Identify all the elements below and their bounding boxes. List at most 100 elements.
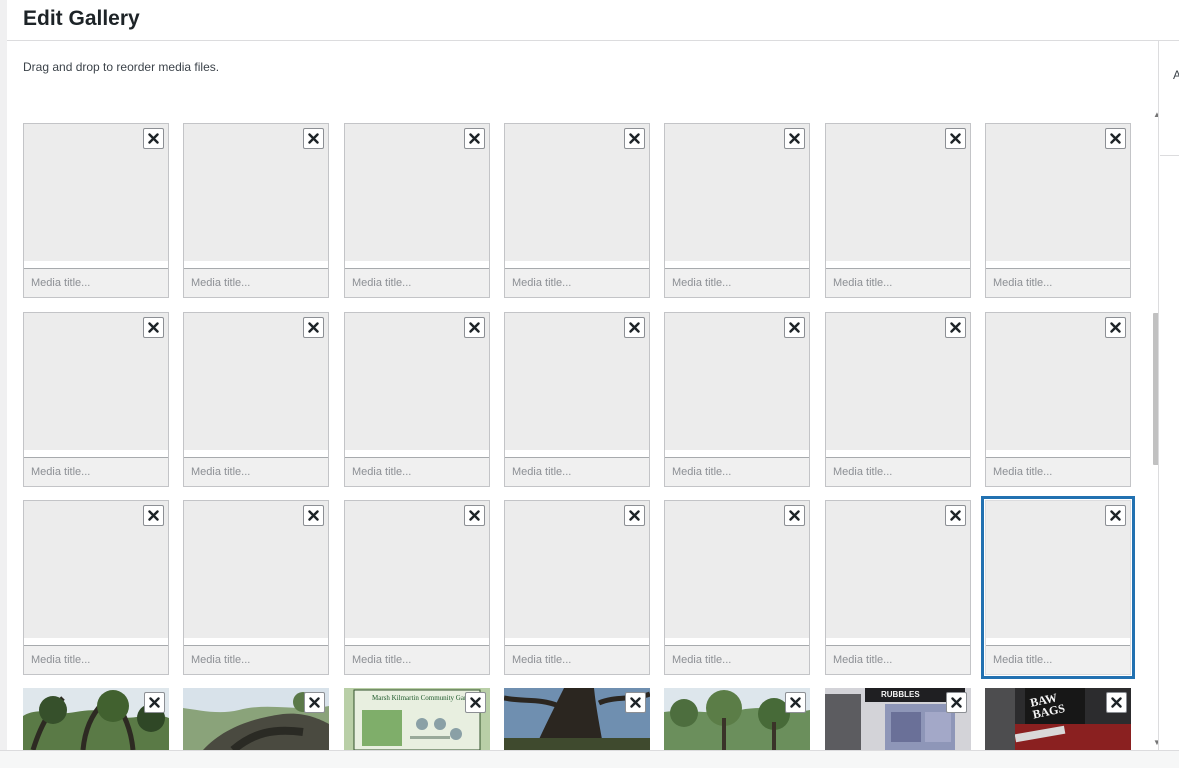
media-title-input[interactable] bbox=[986, 457, 1130, 486]
close-icon bbox=[950, 133, 961, 144]
media-title-input[interactable] bbox=[826, 457, 970, 486]
remove-media-button[interactable] bbox=[143, 505, 164, 526]
media-item[interactable] bbox=[664, 312, 810, 487]
media-title-input[interactable] bbox=[505, 645, 649, 674]
close-icon bbox=[309, 697, 320, 708]
media-title-input[interactable] bbox=[665, 645, 809, 674]
edit-gallery-modal: Edit Gallery Drag and drop to reorder me… bbox=[7, 0, 1179, 768]
thumbnail-divider bbox=[184, 450, 328, 457]
media-item[interactable] bbox=[981, 496, 1135, 679]
close-icon bbox=[629, 133, 640, 144]
close-icon bbox=[148, 133, 159, 144]
close-icon bbox=[1110, 133, 1121, 144]
media-item-photo[interactable] bbox=[664, 688, 810, 750]
remove-media-button[interactable] bbox=[464, 128, 485, 149]
thumbnail-divider bbox=[505, 638, 649, 645]
remove-media-button[interactable] bbox=[464, 505, 485, 526]
media-title-input[interactable] bbox=[665, 268, 809, 297]
remove-media-button[interactable] bbox=[303, 317, 324, 338]
remove-media-button[interactable] bbox=[303, 128, 324, 149]
media-title-input[interactable] bbox=[986, 268, 1130, 297]
media-title-input[interactable] bbox=[345, 457, 489, 486]
remove-media-button[interactable] bbox=[304, 692, 325, 713]
modal-toolbar bbox=[0, 750, 1179, 768]
media-title-input[interactable] bbox=[24, 645, 168, 674]
media-title-input[interactable] bbox=[665, 457, 809, 486]
media-item[interactable] bbox=[985, 123, 1131, 298]
thumbnail-divider bbox=[24, 261, 168, 268]
media-title-input[interactable] bbox=[24, 457, 168, 486]
media-title-input[interactable] bbox=[184, 645, 328, 674]
remove-media-button[interactable] bbox=[1105, 128, 1126, 149]
thumbnail-divider bbox=[505, 261, 649, 268]
media-item[interactable] bbox=[664, 123, 810, 298]
media-item-photo[interactable] bbox=[504, 688, 650, 750]
media-item[interactable] bbox=[344, 312, 490, 487]
media-item[interactable] bbox=[825, 312, 971, 487]
media-item[interactable] bbox=[664, 500, 810, 675]
remove-media-button[interactable] bbox=[624, 128, 645, 149]
remove-media-button[interactable] bbox=[785, 692, 806, 713]
media-title-input[interactable] bbox=[345, 268, 489, 297]
close-icon bbox=[149, 697, 160, 708]
close-icon bbox=[469, 510, 480, 521]
media-item[interactable] bbox=[183, 312, 329, 487]
media-item[interactable] bbox=[344, 123, 490, 298]
remove-media-button[interactable] bbox=[624, 317, 645, 338]
media-title-input[interactable] bbox=[24, 268, 168, 297]
remove-media-button[interactable] bbox=[625, 692, 646, 713]
media-item[interactable] bbox=[23, 123, 169, 298]
media-item-photo[interactable]: Marsh Kilmartin Community Garden bbox=[344, 688, 490, 750]
thumbnail-divider bbox=[184, 638, 328, 645]
thumbnail-divider bbox=[826, 261, 970, 268]
media-title-input[interactable] bbox=[826, 645, 970, 674]
thumbnail-divider bbox=[826, 638, 970, 645]
close-icon bbox=[789, 133, 800, 144]
remove-media-button[interactable] bbox=[946, 692, 967, 713]
media-title-input[interactable] bbox=[505, 457, 649, 486]
media-title-input[interactable] bbox=[184, 457, 328, 486]
media-item[interactable] bbox=[23, 500, 169, 675]
media-item-photo[interactable]: RUBBLES bbox=[825, 688, 971, 750]
media-item-photo[interactable] bbox=[183, 688, 329, 750]
media-item[interactable] bbox=[183, 500, 329, 675]
media-item-photo[interactable]: BAW BAGS bbox=[985, 688, 1131, 750]
remove-media-button[interactable] bbox=[143, 128, 164, 149]
media-item[interactable] bbox=[344, 500, 490, 675]
media-item[interactable] bbox=[825, 123, 971, 298]
reorder-instructions: Drag and drop to reorder media files. bbox=[23, 60, 220, 74]
remove-media-button[interactable] bbox=[784, 317, 805, 338]
media-title-input[interactable] bbox=[184, 268, 328, 297]
remove-media-button[interactable] bbox=[303, 505, 324, 526]
remove-media-button[interactable] bbox=[1106, 692, 1127, 713]
remove-media-button[interactable] bbox=[945, 317, 966, 338]
media-title-input[interactable] bbox=[986, 645, 1130, 674]
remove-media-button[interactable] bbox=[945, 128, 966, 149]
media-title-input[interactable] bbox=[505, 268, 649, 297]
remove-media-button[interactable] bbox=[624, 505, 645, 526]
remove-media-button[interactable] bbox=[784, 128, 805, 149]
media-item-photo[interactable] bbox=[23, 688, 169, 750]
page-title: Edit Gallery bbox=[23, 7, 140, 30]
remove-media-button[interactable] bbox=[1105, 505, 1126, 526]
media-title-input[interactable] bbox=[826, 268, 970, 297]
media-item[interactable] bbox=[23, 312, 169, 487]
media-item[interactable] bbox=[504, 500, 650, 675]
media-item[interactable] bbox=[504, 312, 650, 487]
media-item[interactable] bbox=[183, 123, 329, 298]
remove-media-button[interactable] bbox=[143, 317, 164, 338]
media-item[interactable] bbox=[504, 123, 650, 298]
thumbnail-divider bbox=[24, 638, 168, 645]
close-icon bbox=[789, 510, 800, 521]
remove-media-button[interactable] bbox=[144, 692, 165, 713]
remove-media-button[interactable] bbox=[464, 317, 485, 338]
remove-media-button[interactable] bbox=[1105, 317, 1126, 338]
thumbnail-divider bbox=[345, 261, 489, 268]
remove-media-button[interactable] bbox=[465, 692, 486, 713]
media-item[interactable] bbox=[825, 500, 971, 675]
media-item[interactable] bbox=[985, 312, 1131, 487]
remove-media-button[interactable] bbox=[945, 505, 966, 526]
remove-media-button[interactable] bbox=[784, 505, 805, 526]
close-icon bbox=[950, 510, 961, 521]
media-title-input[interactable] bbox=[345, 645, 489, 674]
